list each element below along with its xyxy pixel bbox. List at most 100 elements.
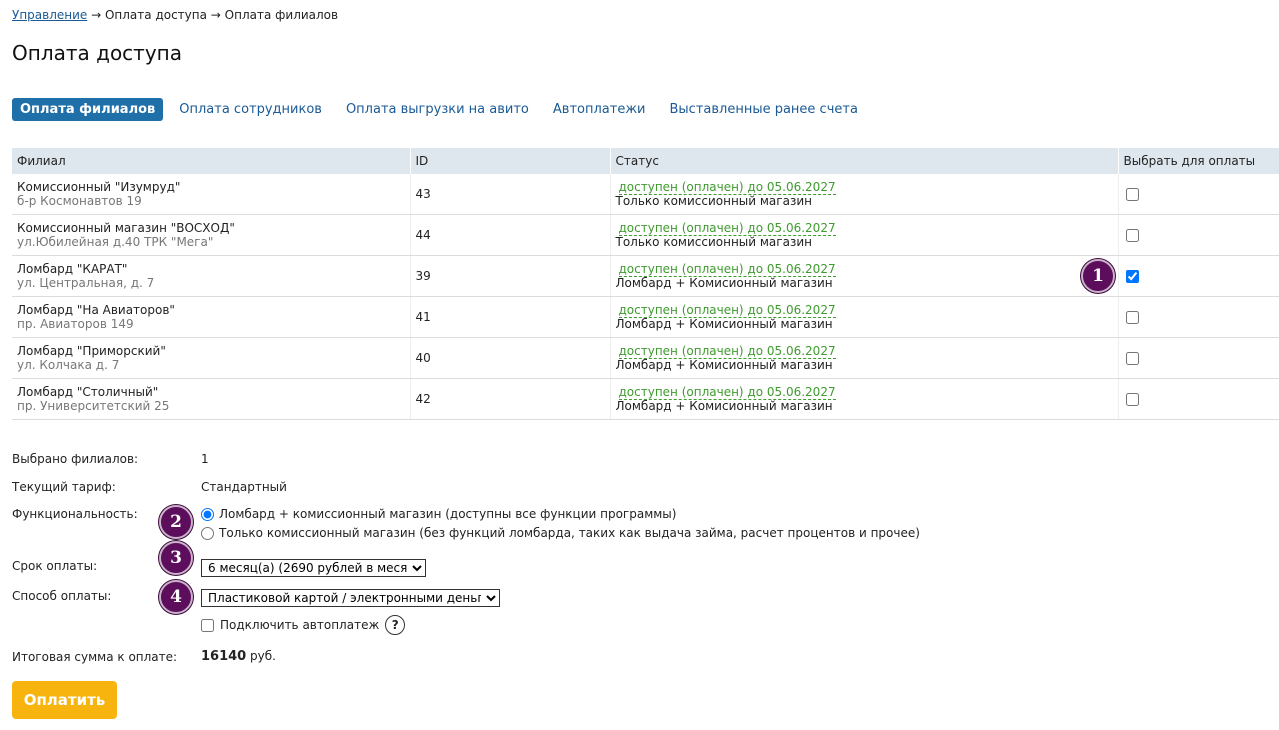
term-label: Срок оплаты:	[12, 559, 98, 573]
marker-1: 1	[1081, 259, 1115, 293]
branch-address: пр. Университетский 25	[17, 399, 170, 413]
func-option-commission-label: Только комиссионный магазин (без функций…	[219, 526, 920, 540]
table-row: Комиссионный магазин "ВОСХОД" ул.Юбилейна…	[12, 214, 1279, 256]
marker-4: 4	[159, 580, 193, 614]
branch-name: Ломбард "Столичный"	[17, 385, 159, 399]
branch-address: пр. Авиаторов 149	[17, 317, 134, 331]
select-branch-checkbox[interactable]	[1125, 311, 1139, 324]
status-cell: доступен (оплачен) до 05.06.2027 Ломбард …	[609, 337, 1118, 379]
select-cell	[1117, 174, 1279, 215]
total-value: 16140	[201, 649, 247, 664]
column-header-status: Статус	[609, 148, 1118, 174]
breadcrumb-separator: →	[206, 8, 225, 22]
branch-id: 41	[409, 296, 610, 338]
table-row: Ломбард "Столичный" пр. Университетский 2…	[12, 378, 1279, 420]
branch-address: ул.Юбилейная д.40 ТРК "Мега"	[17, 235, 214, 249]
status-paid-link[interactable]: доступен (оплачен) до 05.06.2027	[618, 345, 836, 359]
status-cell: доступен (оплачен) до 05.06.2027 Ломбард …	[609, 378, 1118, 420]
page-title: Оплата доступа	[12, 41, 182, 65]
tab-invoices[interactable]: Выставленные ранее счета	[661, 98, 865, 121]
tab-branches[interactable]: Оплата филиалов	[12, 98, 164, 121]
branch-name: Ломбард "КАРАТ"	[17, 262, 128, 276]
branch-address: б-р Космонавтов 19	[17, 194, 142, 208]
marker-2: 2	[159, 505, 193, 539]
tabs-bar: Оплата филиалов Оплата сотрудников Оплат…	[12, 98, 874, 121]
func-option-full-radio[interactable]	[201, 507, 214, 521]
status-cell: доступен (оплачен) до 05.06.2027 Ломбард …	[609, 255, 1118, 297]
tab-avito[interactable]: Оплата выгрузки на авито	[338, 98, 537, 121]
branch-name: Ломбард "На Авиаторов"	[17, 303, 175, 317]
status-paid-link[interactable]: доступен (оплачен) до 05.06.2027	[618, 304, 836, 318]
status-functionality: Ломбард + Комисионный магазин	[615, 317, 833, 331]
status-functionality: Ломбард + Комисионный магазин	[615, 276, 833, 290]
select-cell	[1117, 337, 1279, 379]
autopay-label: Подключить автоплатеж	[220, 618, 380, 632]
breadcrumb-separator: →	[87, 8, 105, 22]
branch-cell: Ломбард "Приморский" ул. Колчака д. 7	[12, 337, 410, 379]
branch-id: 43	[409, 174, 610, 215]
status-functionality: Только комиссионный магазин	[615, 194, 812, 208]
status-cell: доступен (оплачен) до 05.06.2027 Ломбард …	[609, 296, 1118, 338]
branch-address: ул. Центральная, д. 7	[17, 276, 155, 290]
status-paid-link[interactable]: доступен (оплачен) до 05.06.2027	[618, 181, 836, 195]
selected-count-label: Выбрано филиалов:	[12, 452, 139, 466]
breadcrumb-current: Оплата филиалов	[224, 8, 339, 22]
select-branch-checkbox[interactable]	[1125, 270, 1139, 283]
column-header-select: Выбрать для оплаты	[1117, 148, 1279, 174]
status-paid-link[interactable]: доступен (оплачен) до 05.06.2027	[618, 386, 836, 400]
branch-cell: Комиссионный магазин "ВОСХОД" ул.Юбилейна…	[12, 214, 410, 256]
func-option-full-label: Ломбард + комиссионный магазин (доступны…	[219, 507, 677, 521]
branch-id: 40	[409, 337, 610, 379]
branch-cell: Ломбард "Столичный" пр. Университетский 2…	[12, 378, 410, 420]
branch-id: 42	[409, 378, 610, 420]
func-option-commission[interactable]: Только комиссионный магазин (без функций…	[201, 526, 920, 540]
help-icon[interactable]: ?	[385, 615, 406, 635]
marker-3: 3	[159, 541, 193, 575]
column-header-branch: Филиал	[12, 148, 410, 174]
table-row: Комиссионный "Изумруд" б-р Космонавтов 19…	[12, 174, 1279, 215]
term-select[interactable]: 6 месяц(а) (2690 рублей в месяц)	[201, 559, 426, 577]
select-branch-checkbox[interactable]	[1125, 352, 1139, 365]
status-paid-link[interactable]: доступен (оплачен) до 05.06.2027	[618, 222, 836, 236]
branch-id: 39	[409, 255, 610, 297]
tab-employees[interactable]: Оплата сотрудников	[171, 98, 330, 121]
breadcrumb: Управление → Оплата доступа → Оплата фил…	[12, 8, 338, 22]
status-functionality: Только комиссионный магазин	[615, 235, 812, 249]
select-cell	[1117, 255, 1279, 297]
select-branch-checkbox[interactable]	[1125, 188, 1139, 201]
column-header-id: ID	[409, 148, 610, 174]
payment-method-select[interactable]: Пластиковой картой / электронными деньга…	[201, 589, 500, 607]
breadcrumb-section: Оплата доступа	[104, 8, 207, 22]
status-paid-link[interactable]: доступен (оплачен) до 05.06.2027	[618, 263, 836, 277]
status-functionality: Ломбард + Комисионный магазин	[615, 358, 833, 372]
branch-cell: Комиссионный "Изумруд" б-р Космонавтов 19	[12, 174, 410, 215]
status-cell: доступен (оплачен) до 05.06.2027 Только к…	[609, 214, 1118, 256]
method-label: Способ оплаты:	[12, 589, 112, 603]
tab-autopayments[interactable]: Автоплатежи	[545, 98, 654, 121]
status-cell: доступен (оплачен) до 05.06.2027 Только к…	[609, 174, 1118, 215]
branch-cell: Ломбард "На Авиаторов" пр. Авиаторов 149	[12, 296, 410, 338]
tariff-label: Текущий тариф:	[12, 480, 116, 494]
select-branch-checkbox[interactable]	[1125, 229, 1139, 242]
table-row: Ломбард "На Авиаторов" пр. Авиаторов 149 4…	[12, 296, 1279, 338]
select-cell	[1117, 296, 1279, 338]
table-header-row: Филиал ID Статус Выбрать для оплаты	[12, 148, 1279, 174]
tariff-value: Стандартный	[201, 480, 287, 494]
selected-count-value: 1	[201, 452, 209, 466]
table-row: Ломбард "Приморский" ул. Колчака д. 7 40 до…	[12, 337, 1279, 379]
autopay-toggle[interactable]: Подключить автоплатеж ?	[201, 615, 406, 635]
pay-button[interactable]: Оплатить	[12, 681, 117, 719]
select-branch-checkbox[interactable]	[1125, 393, 1139, 406]
branch-name: Комиссионный "Изумруд"	[17, 180, 181, 194]
branch-address: ул. Колчака д. 7	[17, 358, 120, 372]
functionality-label: Функциональность:	[12, 507, 138, 521]
total-label: Итоговая сумма к оплате:	[12, 650, 178, 664]
select-cell	[1117, 214, 1279, 256]
status-functionality: Ломбард + Комисионный магазин	[615, 399, 833, 413]
branch-name: Ломбард "Приморский"	[17, 344, 166, 358]
func-option-commission-radio[interactable]	[201, 526, 214, 540]
breadcrumb-link-root[interactable]: Управление	[12, 8, 87, 22]
branch-cell: Ломбард "КАРАТ" ул. Центральная, д. 7	[12, 255, 410, 297]
autopay-checkbox[interactable]	[201, 618, 214, 632]
func-option-full[interactable]: Ломбард + комиссионный магазин (доступны…	[201, 507, 676, 521]
